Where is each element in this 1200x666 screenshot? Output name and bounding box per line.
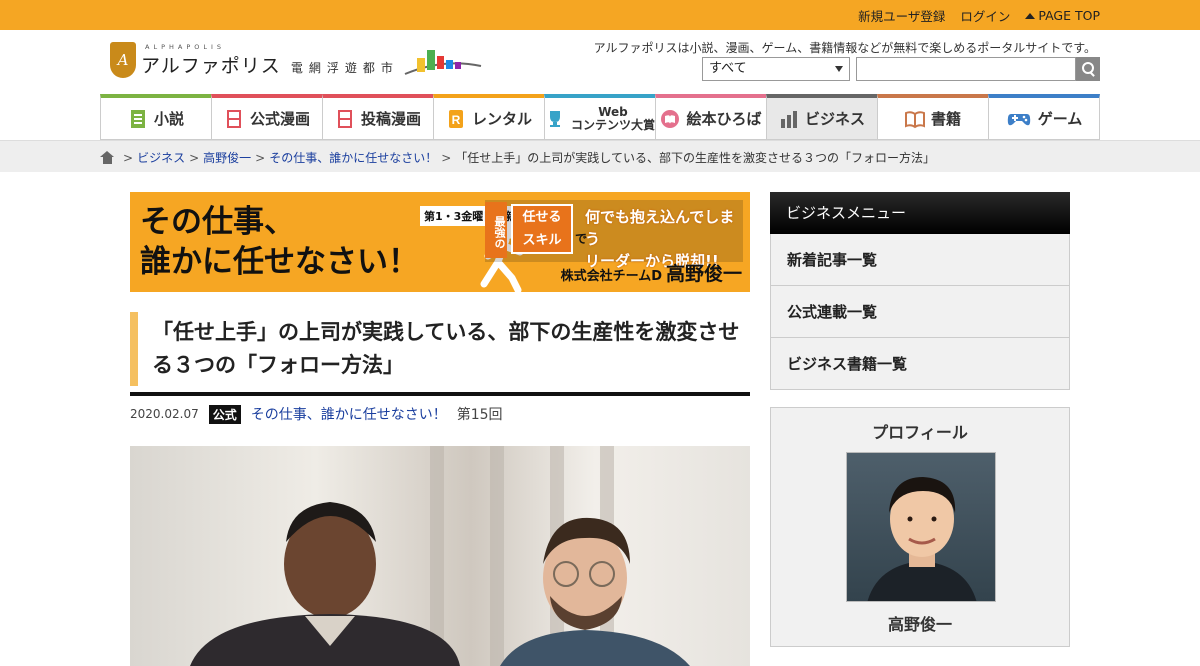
gamepad-icon (1007, 113, 1030, 125)
article-hero-image (130, 446, 750, 666)
menu-business-books[interactable]: ビジネス書籍一覧 (770, 338, 1070, 390)
logo-main-text: アルファポリス (141, 55, 281, 77)
manga-icon (337, 109, 352, 128)
banner-skill-line2: スキル (522, 233, 562, 248)
search-bar: すべて (702, 57, 1100, 81)
bar-chart-icon (780, 110, 797, 128)
home-icon[interactable] (100, 151, 115, 164)
menu-official-series[interactable]: 公式連載一覧 (770, 286, 1070, 338)
profile-title: プロフィール (872, 423, 968, 442)
publish-date: 2020.02.07 (130, 407, 199, 421)
city-skyline-icon (404, 50, 482, 75)
picture-book-icon (661, 109, 680, 128)
breadcrumb-current: 「任せ上手」の上司が実践している、部下の生産性を激変させる３つの「フォロー方法」 (455, 151, 935, 165)
search-category-select[interactable]: すべて (702, 57, 850, 81)
nav-label: 絵本ひろば (686, 110, 762, 128)
nav-label: 投稿漫画 (360, 110, 421, 128)
nav-label: レンタル (471, 110, 532, 128)
logo-emblem-icon (110, 42, 136, 78)
site-logo[interactable]: ALPHAPOLIS アルファポリス 電網浮遊都市 (110, 42, 483, 78)
banner-title: その仕事、 誰かに任せなさい！ (140, 202, 419, 282)
nav-game[interactable]: ゲーム (988, 94, 1100, 140)
banner-strong-label: 最強の (485, 202, 507, 258)
business-menu-title: ビジネスメニュー (770, 192, 1070, 234)
category-nav: 小説 公式漫画 投稿漫画 R レンタル Web コンテンツ大賞 絵本ひろば ビジ… (100, 94, 1100, 140)
rental-icon: R (448, 109, 463, 128)
book-list-icon (130, 109, 145, 128)
nav-label: 書籍 (930, 110, 961, 128)
nav-picture-book[interactable]: 絵本ひろば (655, 94, 766, 140)
main-content: その仕事、 誰かに任せなさい！ 第1・3金曜日更新 最強の 任せる スキル で … (130, 192, 750, 666)
breadcrumb-series[interactable]: その仕事、誰かに任せなさい！ (269, 149, 437, 166)
two-businessmen-photo (190, 502, 690, 666)
banner-catch-box: 最強の 任せる スキル で 何でも抱え込んでしまう リーダーから脱却!! (485, 202, 743, 270)
banner-title-line1: その仕事、 (140, 204, 295, 240)
manga-icon (226, 109, 241, 128)
nav-label: ビジネス (804, 110, 865, 128)
nav-business[interactable]: ビジネス (766, 94, 877, 140)
site-header: ALPHAPOLIS アルファポリス 電網浮遊都市 アルファポリスは小説、漫画、… (0, 30, 1200, 94)
top-links: 新規ユーザ登録 ログイン PAGE TOP (843, 0, 1100, 30)
article-meta: 2020.02.07 公式 その仕事、誰かに任せなさい！ 第15回 (130, 404, 750, 424)
menu-new-articles[interactable]: 新着記事一覧 (770, 234, 1070, 286)
banner-author-name: 高野俊一 (665, 263, 742, 285)
profile-box: プロフィール 高野俊一 (770, 407, 1070, 647)
series-link[interactable]: その仕事、誰かに任せなさい！ (251, 404, 447, 424)
trophy-icon (550, 110, 560, 127)
nav-web-contents-award[interactable]: Web コンテンツ大賞 (544, 94, 655, 140)
nav-label: ゲーム (1037, 110, 1083, 128)
banner-title-line2: 誰かに任せなさい！ (140, 244, 419, 280)
official-badge: 公式 (208, 404, 241, 424)
login-link[interactable]: ログイン (960, 6, 1010, 25)
breadcrumb-separator: > (441, 150, 452, 165)
banner-company: 株式会社チームD (560, 269, 662, 284)
nav-novel[interactable]: 小説 (100, 94, 211, 140)
page-top-link[interactable]: PAGE TOP (1025, 8, 1100, 23)
profile-name: 高野俊一 (887, 615, 952, 634)
article-title: 「任せ上手」の上司が実践している、部下の生産性を激変させる３つの「フォロー方法」 (130, 312, 750, 386)
series-banner[interactable]: その仕事、 誰かに任せなさい！ 第1・3金曜日更新 最強の 任せる スキル で … (130, 192, 750, 292)
breadcrumb-business[interactable]: ビジネス (137, 149, 185, 166)
banner-author: 株式会社チームD 高野俊一 (561, 259, 742, 286)
banner-skill-label: 任せる スキル (511, 204, 573, 254)
banner-catch-line1: 何でも抱え込んでしまう (585, 208, 735, 248)
author-avatar (846, 452, 996, 602)
nav-posted-manga[interactable]: 投稿漫画 (322, 94, 433, 140)
top-bar: 新規ユーザ登録 ログイン PAGE TOP (0, 0, 1200, 30)
breadcrumb: > ビジネス > 高野俊一 > その仕事、誰かに任せなさい！ > 「任せ上手」の… (100, 149, 935, 166)
nav-rental[interactable]: R レンタル (433, 94, 544, 140)
nav-official-manga[interactable]: 公式漫画 (211, 94, 322, 140)
breadcrumb-separator: > (189, 150, 200, 165)
banner-skill-line1: 任せる (522, 210, 562, 225)
breadcrumb-author[interactable]: 高野俊一 (203, 149, 251, 166)
logo-sub-text: 電網浮遊都市 (290, 61, 399, 75)
title-divider (130, 392, 750, 396)
search-input[interactable] (856, 57, 1076, 81)
nav-label: Web (598, 104, 628, 119)
breadcrumb-separator: > (123, 150, 134, 165)
breadcrumb-bar: > ビジネス > 高野俊一 > その仕事、誰かに任せなさい！ > 「任せ上手」の… (0, 140, 1200, 172)
logo-small-text: ALPHAPOLIS (145, 43, 226, 51)
author-portrait (867, 477, 977, 601)
sidebar: ビジネスメニュー 新着記事一覧 公式連載一覧 ビジネス書籍一覧 プロフィール 高… (770, 192, 1070, 647)
open-book-icon (904, 110, 925, 128)
search-icon[interactable] (1076, 57, 1100, 81)
site-tagline: アルファポリスは小説、漫画、ゲーム、書籍情報などが無料で楽しめるポータルサイトで… (593, 41, 1096, 55)
nav-label: 公式漫画 (249, 110, 310, 128)
register-link[interactable]: 新規ユーザ登録 (858, 6, 945, 25)
episode-number: 第15回 (456, 407, 503, 423)
breadcrumb-separator: > (255, 150, 266, 165)
nav-books[interactable]: 書籍 (877, 94, 988, 140)
svg-text:R: R (452, 113, 461, 127)
nav-label-2: コンテンツ大賞 (571, 117, 656, 132)
nav-label: 小説 (153, 110, 184, 128)
